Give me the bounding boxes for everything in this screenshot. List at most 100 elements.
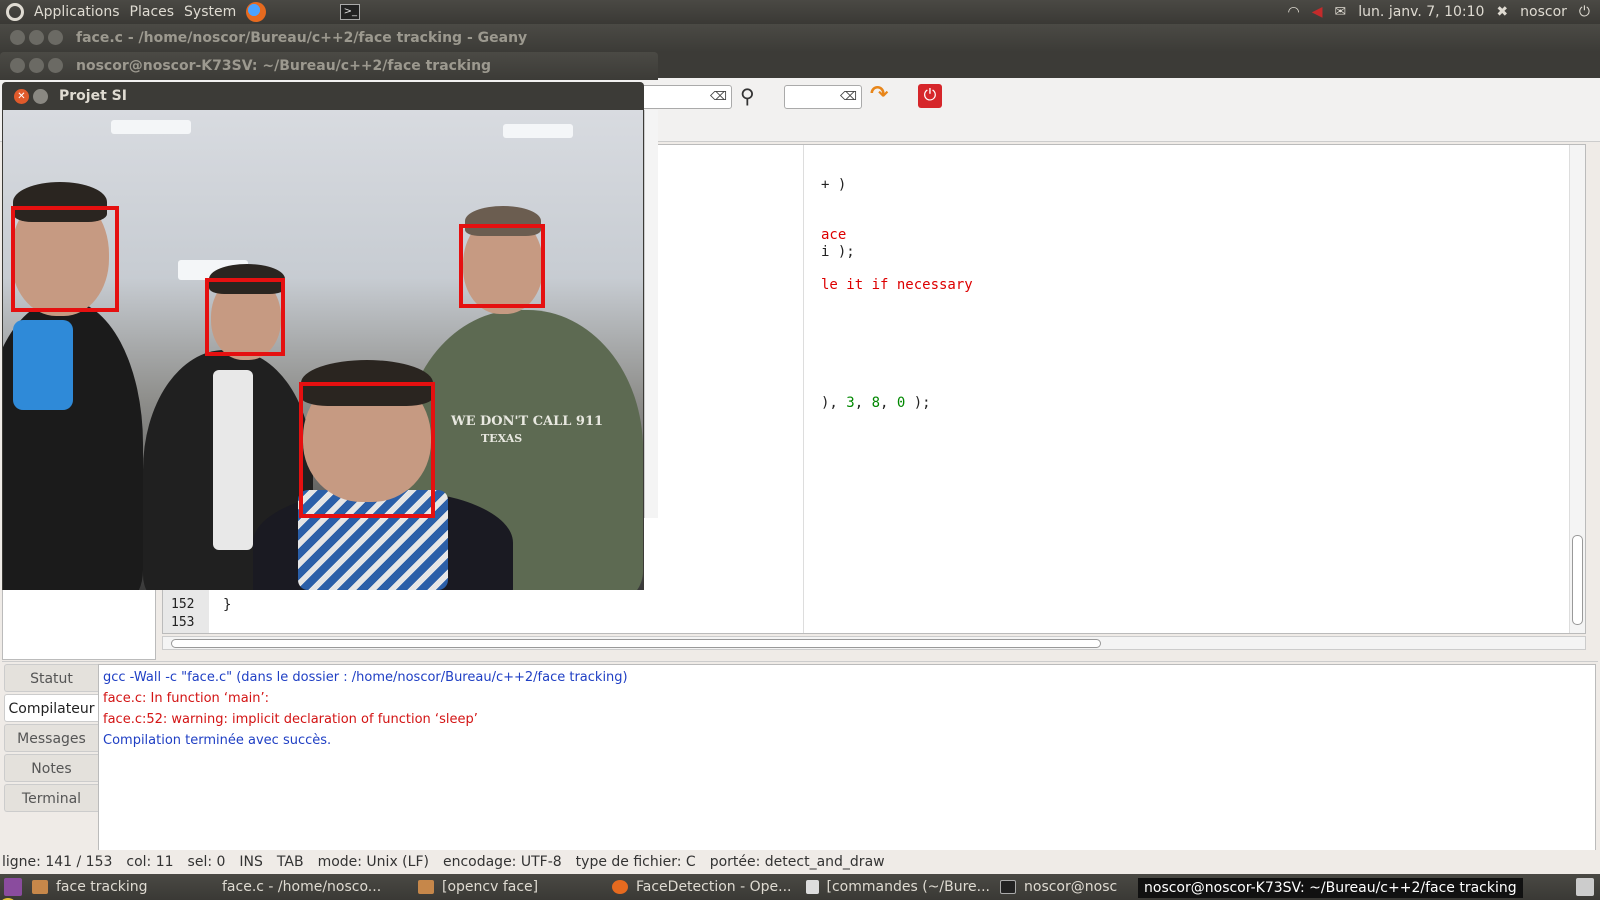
tab-messages[interactable]: Messages xyxy=(4,724,98,752)
search-icon[interactable]: ⚲ xyxy=(740,84,755,108)
status-encoding: encodage: UTF-8 xyxy=(442,854,562,870)
line-number: 153 xyxy=(171,615,195,630)
geany-titlebar[interactable]: face.c - /home/noscor/Bureau/c++2/face t… xyxy=(0,24,1600,52)
terminal-window-buttons xyxy=(10,58,63,73)
user-status-icon[interactable]: ✖ xyxy=(1496,4,1508,20)
menu-applications[interactable]: Applications xyxy=(34,4,120,20)
task-gedit[interactable]: [commandes (~/Bure... xyxy=(796,874,990,900)
tab-notes[interactable]: Notes xyxy=(4,754,98,782)
status-sel: sel: 0 xyxy=(187,854,226,870)
status-col: col: 11 xyxy=(126,854,174,870)
code-line: ace xyxy=(821,227,847,243)
status-ins: INS xyxy=(239,854,263,870)
geany-title: face.c - /home/noscor/Bureau/c++2/face t… xyxy=(76,30,528,46)
face-detection-box xyxy=(11,206,119,312)
wifi-icon[interactable]: ◠ xyxy=(1288,4,1300,20)
clear-icon[interactable]: ⌫ xyxy=(840,89,857,103)
projet-si-window: ✕ Projet SI WE DON'T CALL 911 TEXAS xyxy=(2,82,658,590)
status-mode: mode: Unix (LF) xyxy=(317,854,429,870)
taskbar-tooltip: noscor@noscor-K73SV: ~/Bureau/c++2/face … xyxy=(1138,878,1523,898)
minimize-icon[interactable] xyxy=(33,89,48,104)
quit-icon[interactable]: ⏻ xyxy=(918,84,942,108)
close-icon[interactable]: ✕ xyxy=(14,89,29,104)
editor-horizontal-scrollbar[interactable] xyxy=(162,636,1586,650)
projet-si-titlebar[interactable]: ✕ Projet SI xyxy=(2,82,644,110)
face-detection-box xyxy=(205,278,285,356)
close-icon[interactable] xyxy=(10,30,25,45)
close-icon[interactable] xyxy=(10,58,25,73)
mail-icon[interactable]: ✉ xyxy=(1335,4,1347,20)
task-label: face.c - /home/nosco... xyxy=(222,879,382,895)
ceiling-light xyxy=(111,120,191,134)
task-opencv-face[interactable]: [opencv face] xyxy=(408,874,602,900)
terminal-title: noscor@noscor-K73SV: ~/Bureau/c++2/face … xyxy=(76,58,492,74)
compiler-line[interactable]: face.c: In function ‘main’: xyxy=(103,688,1591,709)
compiler-line[interactable]: Compilation terminée avec succès. xyxy=(103,730,1591,751)
firefox-icon xyxy=(612,880,628,894)
jump-to-line-icon[interactable]: ↷ xyxy=(870,82,888,107)
message-tabs: Statut Compilateur Messages Notes Termin… xyxy=(4,664,98,814)
scrollbar-thumb[interactable] xyxy=(1572,535,1583,625)
webcam-view: WE DON'T CALL 911 TEXAS xyxy=(3,110,643,590)
terminal-titlebar[interactable]: noscor@noscor-K73SV: ~/Bureau/c++2/face … xyxy=(0,52,658,80)
compiler-line[interactable]: face.c:52: warning: implicit declaration… xyxy=(103,709,1591,730)
geany-window-buttons xyxy=(10,30,63,45)
task-face-tracking[interactable]: face tracking xyxy=(22,874,212,900)
task-geany[interactable]: face.c - /home/nosco... xyxy=(0,874,408,900)
maximize-icon[interactable] xyxy=(48,58,63,73)
terminal-launcher-icon[interactable]: >_ xyxy=(340,4,361,20)
projet-si-title: Projet SI xyxy=(59,88,127,104)
power-icon[interactable]: ⏻ xyxy=(1579,4,1590,20)
code-line: + ) xyxy=(821,177,847,193)
person-left-shirt xyxy=(13,320,73,410)
status-filetype: type de fichier: C xyxy=(575,854,696,870)
compiler-line[interactable]: gcc -Wall -c "face.c" (dans le dossier :… xyxy=(103,667,1591,688)
shirt-text: TEXAS xyxy=(481,432,523,445)
menu-places[interactable]: Places xyxy=(130,4,175,20)
trash-icon[interactable] xyxy=(1576,878,1594,896)
tab-compilateur[interactable]: Compilateur xyxy=(4,694,98,722)
minimize-icon[interactable] xyxy=(29,30,44,45)
person-middle-shirt xyxy=(213,370,253,550)
clock[interactable]: lun. janv. 7, 10:10 xyxy=(1358,4,1484,20)
top-panel: Applications Places System >_ ◠ ◀ ✉ lun.… xyxy=(0,0,1600,24)
terminal-scrollbar[interactable] xyxy=(644,110,658,518)
long-line-marker xyxy=(803,145,804,633)
ceiling-light xyxy=(503,124,573,138)
compiler-output[interactable]: gcc -Wall -c "face.c" (dans le dossier :… xyxy=(98,664,1596,851)
task-label: noscor@nosc xyxy=(1024,879,1118,895)
folder-icon xyxy=(32,880,48,894)
folder-icon xyxy=(418,880,434,894)
tab-terminal[interactable]: Terminal xyxy=(4,784,98,812)
editor-vertical-scrollbar[interactable] xyxy=(1569,145,1585,633)
code-line: ), 3, 8, 0 ); xyxy=(821,395,931,411)
task-label: [opencv face] xyxy=(442,879,539,895)
gedit-icon xyxy=(806,880,819,894)
task-label: FaceDetection - Ope... xyxy=(636,879,792,895)
face-detection-box xyxy=(459,224,545,308)
line-number: 152 xyxy=(171,597,195,612)
terminal-icon xyxy=(1000,880,1016,894)
task-label: [commandes (~/Bure... xyxy=(826,879,991,895)
code-line: } xyxy=(223,597,232,613)
task-terminal[interactable]: noscor@nosc xyxy=(990,874,1120,900)
goto-line-entry[interactable]: ⌫ xyxy=(784,85,862,109)
message-window: Statut Compilateur Messages Notes Termin… xyxy=(2,661,1598,851)
user-name[interactable]: noscor xyxy=(1520,4,1567,20)
status-line: ligne: 141 / 153 xyxy=(2,854,113,870)
face-detection-box xyxy=(299,382,435,518)
task-label: face tracking xyxy=(56,879,148,895)
minimize-icon[interactable] xyxy=(29,58,44,73)
sound-icon[interactable]: ◀ xyxy=(1312,4,1323,20)
scrollbar-thumb[interactable] xyxy=(171,639,1101,648)
maximize-icon[interactable] xyxy=(48,30,63,45)
task-firefox[interactable]: FaceDetection - Ope... xyxy=(602,874,796,900)
status-scope: portée: detect_and_draw xyxy=(709,854,885,870)
tab-statut[interactable]: Statut xyxy=(4,664,98,692)
menu-system[interactable]: System xyxy=(184,4,236,20)
ubuntu-logo-icon[interactable] xyxy=(6,3,24,21)
firefox-launcher-icon[interactable] xyxy=(246,2,267,22)
show-desktop-left-icon[interactable] xyxy=(4,878,22,896)
clear-icon[interactable]: ⌫ xyxy=(710,89,727,103)
status-tab: TAB xyxy=(276,854,304,870)
